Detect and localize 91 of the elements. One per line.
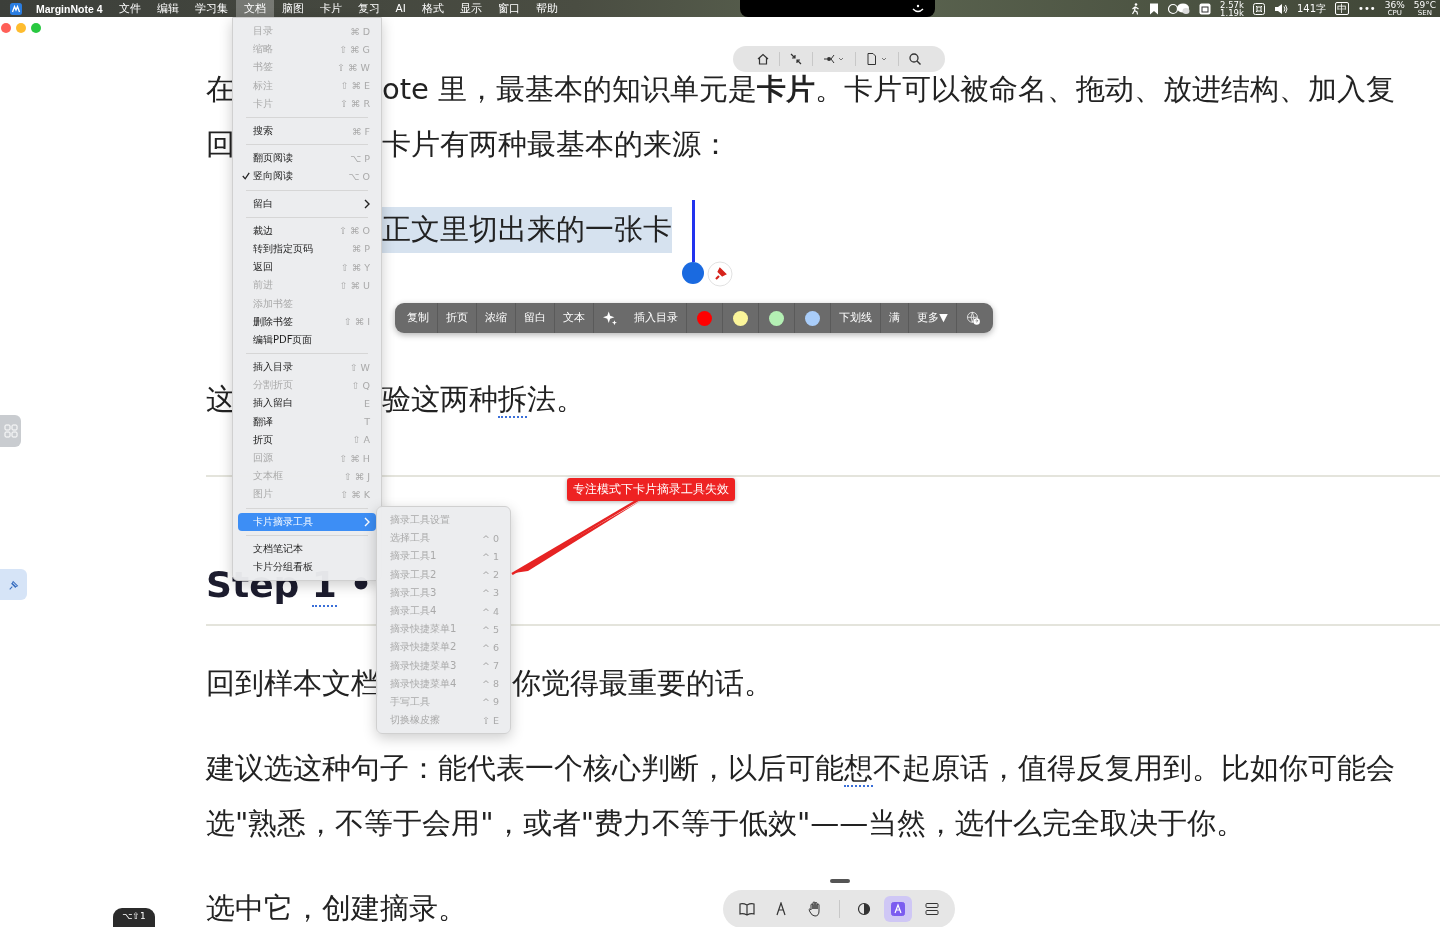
shortcut-badge: ⌥⇧1: [113, 908, 155, 927]
pin-sidebar-button[interactable]: [0, 569, 27, 600]
menu-item[interactable]: 翻译 T: [238, 412, 376, 431]
book-icon: [738, 902, 755, 916]
annotation-label: 专注模式下卡片摘录工具失效: [567, 478, 735, 501]
menu-bar-item[interactable]: 显示: [451, 0, 490, 17]
command-key-icon[interactable]: [1252, 2, 1265, 15]
hand-icon: [807, 901, 822, 917]
toolbar-button[interactable]: 文本: [555, 303, 594, 333]
toolbar-button[interactable]: 满: [881, 303, 910, 333]
toolbar-button[interactable]: 浓缩: [477, 303, 516, 333]
paragraph-text: 你觉得最重要的话。: [512, 664, 773, 702]
highlighted-text: 正文里切出来的一张卡: [382, 206, 672, 253]
input-method-indicator[interactable]: 中: [1335, 2, 1350, 15]
chevron-right-icon: [364, 516, 370, 527]
menu-bar-item[interactable]: 编辑: [148, 0, 187, 17]
layers-icon: [924, 902, 939, 916]
paragraph-text: ote 里，最基本的知识单元是卡片。卡片可以被命名、拖动、放进结构、加入复: [382, 70, 1396, 108]
walking-person-icon[interactable]: [1130, 2, 1141, 15]
grid-icon: [3, 424, 18, 438]
paragraph-text: 选中它，创建摘录。: [206, 889, 467, 927]
pin-icon: [7, 578, 20, 591]
paragraph-text: 在: [206, 71, 235, 106]
paragraph-text: 卡片有两种最基本的来源：: [382, 125, 730, 163]
paragraph-text: 建议选这种句子：能代表一个核心判断，以后可能想不起原话，值得反复用到。比如你可能会: [206, 749, 1395, 789]
drag-handle[interactable]: [830, 879, 850, 883]
menu-item[interactable]: 搜索 ⌘ F: [238, 121, 376, 141]
toolbar-button[interactable]: 留白: [516, 303, 555, 333]
menu-item[interactable]: 留白: [238, 194, 376, 213]
network-upload-rate: 2.57k: [1220, 0, 1244, 9]
app-logo-icon[interactable]: [10, 2, 22, 15]
close-button[interactable]: [1, 23, 11, 33]
app-name-menu[interactable]: MarginNote 4: [36, 2, 103, 15]
paragraph-text: 选"熟悉，不等于会用"，或者"费力不等于低效"——当然，选什么完全取决于你。: [206, 804, 1246, 842]
menu-item[interactable]: 折页 ⇧ A: [238, 430, 376, 449]
mindmap-dropdown-icon[interactable]: [822, 52, 846, 66]
toolbar-button[interactable]: 更多▼: [909, 303, 957, 333]
menu-bar-item[interactable]: 帮助: [527, 0, 566, 17]
pen-icon: [773, 902, 788, 916]
speaker-icon[interactable]: [1273, 2, 1288, 15]
paragraph-text: 回: [206, 126, 235, 161]
network-download-rate: 1.19k: [1220, 8, 1244, 17]
text-mode-icon: [890, 902, 905, 916]
menu-item[interactable]: 竖向阅读 ⌥ O: [238, 167, 376, 186]
menu-item[interactable]: 编辑PDF页面: [238, 330, 376, 349]
toolbar-button[interactable]: 插入目录: [626, 303, 688, 333]
menu-item[interactable]: 文档笔记本: [238, 539, 376, 558]
smile-icon[interactable]: [911, 3, 925, 14]
menu-item[interactable]: 返回 ⇧ ⌘ Y: [238, 258, 376, 277]
selection-handle[interactable]: [682, 200, 704, 284]
menu-bar-item[interactable]: 文件: [110, 0, 149, 17]
menu-item[interactable]: 转到指定页码 ⌘ P: [238, 239, 376, 259]
paragraph-text: 验这两种拆法。: [382, 380, 585, 420]
menu-item[interactable]: 裁边 ⇧ ⌘ O: [238, 221, 376, 240]
menu-item[interactable]: 插入目录 ⇧ W: [238, 358, 376, 377]
color-swatch[interactable]: [697, 310, 713, 326]
contrast-icon: [856, 902, 871, 916]
menu-item[interactable]: 翻页阅读 ⌥ P: [238, 149, 376, 168]
toolbar-button[interactable]: 下划线: [831, 303, 882, 333]
menu-bar-item[interactable]: 脑图: [273, 0, 312, 17]
color-swatch[interactable]: [805, 310, 821, 326]
temperature-reading: 59°C: [1413, 0, 1436, 10]
checkmark-icon: [241, 172, 250, 181]
home-icon[interactable]: [756, 52, 770, 66]
menu-bar-item[interactable]: 学习集: [186, 0, 236, 17]
pin-button[interactable]: [707, 261, 733, 287]
collapse-arrows-icon[interactable]: [789, 52, 803, 66]
menu-bar-item[interactable]: 复习: [349, 0, 388, 17]
menu-item[interactable]: 删除书签 ⇧ ⌘ I: [238, 312, 376, 331]
menu-item[interactable]: 卡片分组看板: [238, 557, 376, 577]
menu-item[interactable]: 卡片摘录工具: [238, 512, 376, 531]
cpu-usage: 36%: [1384, 0, 1405, 10]
menu-bar-item[interactable]: AI: [387, 0, 414, 17]
menu-item[interactable]: 插入留白 E: [238, 394, 376, 413]
color-swatch[interactable]: [769, 310, 785, 326]
chevron-right-icon: [364, 198, 370, 209]
paragraph-text: 这: [206, 381, 235, 416]
bookmark-icon[interactable]: [1149, 2, 1160, 15]
chat-bubbles-icon[interactable]: [1168, 2, 1191, 15]
more-menu[interactable]: •••: [1358, 3, 1376, 14]
text-mode-button[interactable]: [883, 896, 912, 922]
document-dropdown-icon[interactable]: [865, 52, 889, 66]
toolbar-button[interactable]: 折页: [438, 303, 477, 333]
menu-bar-item[interactable]: 窗口: [489, 0, 528, 17]
menu-bar-item[interactable]: 卡片: [311, 0, 350, 17]
menu-bar-item[interactable]: 文档: [235, 0, 274, 17]
search-icon[interactable]: [908, 52, 922, 66]
color-swatch[interactable]: [733, 310, 749, 326]
menu-bar-item[interactable]: 格式: [413, 0, 452, 17]
toolbar-button[interactable]: 复制: [399, 303, 438, 333]
word-count[interactable]: 141字: [1296, 1, 1327, 16]
